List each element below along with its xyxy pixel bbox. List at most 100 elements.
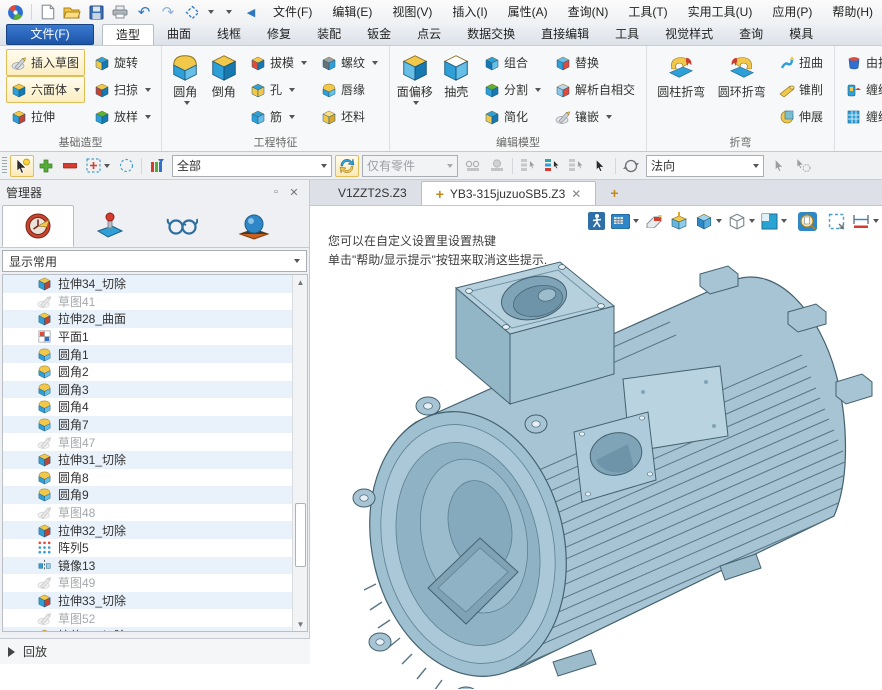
fillet-button[interactable]: 圆角 <box>168 49 202 136</box>
taper-button[interactable]: 锥削 <box>774 76 828 103</box>
menu-view[interactable]: 视图(V) <box>383 1 441 23</box>
sweep-button[interactable]: 扫掠 <box>89 76 156 103</box>
tree-row[interactable]: 拉伸34_切除 <box>3 275 307 293</box>
menu-applications[interactable]: 应用(P) <box>763 1 821 23</box>
new-file-button[interactable] <box>37 2 59 22</box>
wireframe-display-button[interactable] <box>726 210 756 232</box>
document-tab-active[interactable]: + YB3-315juzuoSB5.Z3 ✕ <box>421 181 597 205</box>
zoom-fit-button[interactable] <box>825 210 847 232</box>
pick-list-2-button[interactable] <box>540 155 564 177</box>
filter-colors-button[interactable] <box>145 155 169 177</box>
thread-button[interactable]: 螺纹 <box>316 49 383 76</box>
tree-row[interactable]: 草图47 <box>3 433 307 451</box>
filter-scope-combo[interactable]: 全部 <box>172 155 332 177</box>
tree-row[interactable]: 圆角3 <box>3 381 307 399</box>
shaded-display-button[interactable] <box>693 210 723 232</box>
new-tab-button[interactable]: + <box>596 181 632 205</box>
ribbon-tab-surface[interactable]: 曲面 <box>154 24 204 45</box>
shell-button[interactable]: 抽壳 <box>437 49 474 136</box>
twist-button[interactable]: 扭曲 <box>774 49 828 76</box>
ribbon-tab-assembly[interactable]: 装配 <box>304 24 354 45</box>
menu-inquire[interactable]: 查询(N) <box>559 1 618 23</box>
revolve-button[interactable]: 旋转 <box>89 49 156 76</box>
cylindrical-bend-button[interactable]: 圆柱折弯 <box>653 49 709 136</box>
tree-row[interactable]: 圆角8 <box>3 469 307 487</box>
3d-model-motor-housing[interactable] <box>328 254 880 689</box>
ribbon-tab-directedit[interactable]: 直接编辑 <box>528 24 602 45</box>
pick-box-button[interactable] <box>82 155 114 177</box>
tree-row[interactable]: 拉伸28_曲面 <box>3 310 307 328</box>
panel-restore-button[interactable]: ▫ <box>267 184 285 200</box>
ribbon-tab-inquire[interactable]: 查询 <box>726 24 776 45</box>
ribbon-tab-sheetmetal[interactable]: 钣金 <box>354 24 404 45</box>
face-offset-button[interactable]: 面偏移 <box>396 49 433 136</box>
chamfer-button[interactable]: 倒角 <box>206 49 240 136</box>
history-tab[interactable] <box>2 205 74 247</box>
replace-button[interactable]: 替换 <box>550 49 640 76</box>
smart-pick-button[interactable] <box>10 155 34 177</box>
extrude-button[interactable]: 拉伸 <box>6 103 85 130</box>
ribbon-tab-shape[interactable]: 造型 <box>102 24 154 45</box>
tree-row[interactable]: 圆角4 <box>3 398 307 416</box>
ribbon-tab-repair[interactable]: 修复 <box>254 24 304 45</box>
wind-2-button[interactable]: 缠绕 <box>841 103 882 130</box>
ribbon-tab-wireframe[interactable]: 线框 <box>204 24 254 45</box>
view-plane-button[interactable] <box>759 210 789 232</box>
display-mode-button[interactable] <box>610 210 640 232</box>
inlay-button[interactable]: 镶嵌 <box>550 103 640 130</box>
loft-button[interactable]: 放样 <box>89 103 156 130</box>
scroll-up-arrow[interactable]: ▲ <box>294 275 307 289</box>
open-file-button[interactable] <box>61 2 83 22</box>
scroll-thumb[interactable] <box>295 503 306 567</box>
collapse-ribbon-button[interactable]: ◀ <box>240 2 262 22</box>
tree-row[interactable]: 镜像13 <box>3 557 307 575</box>
walkthrough-button[interactable] <box>585 210 607 232</box>
remove-selection-button[interactable] <box>58 155 82 177</box>
ribbon-tab-mold[interactable]: 模具 <box>776 24 826 45</box>
render-tab[interactable] <box>218 205 290 247</box>
constraint-tab[interactable] <box>74 205 146 247</box>
lip-button[interactable]: 唇缘 <box>316 76 383 103</box>
orient-combo[interactable]: 法向 <box>646 155 764 177</box>
panel-close-button[interactable]: ✕ <box>285 184 303 200</box>
tree-row[interactable]: 阵列5 <box>3 539 307 557</box>
tree-row[interactable]: 圆角1 <box>3 345 307 363</box>
document-tab-inactive[interactable]: V1ZZT2S.Z3 <box>324 181 421 205</box>
menu-attributes[interactable]: 属性(A) <box>499 1 557 23</box>
stretch-button[interactable]: 伸展 <box>774 103 828 130</box>
menu-edit[interactable]: 编辑(E) <box>323 1 381 23</box>
hole-button[interactable]: 孔 <box>245 76 312 103</box>
stock-button[interactable]: 坯料 <box>316 103 383 130</box>
close-tab-icon[interactable]: ✕ <box>571 187 581 201</box>
divide-button[interactable]: 分割 <box>479 76 546 103</box>
combine-button[interactable]: 组合 <box>479 49 546 76</box>
simplify-button[interactable]: 简化 <box>479 103 546 130</box>
draft-button[interactable]: 拔模 <box>245 49 312 76</box>
ribbon-tab-dataexchange[interactable]: 数据交换 <box>454 24 528 45</box>
viewport[interactable]: 您可以在自定义设置里设置热键 单击"帮助/显示提示"按钮来取消这些提示. <box>310 206 882 690</box>
save-button[interactable] <box>85 2 107 22</box>
menu-file[interactable]: 文件(F) <box>264 1 321 23</box>
reorient-button[interactable] <box>619 155 643 177</box>
menu-insert[interactable]: 插入(I) <box>443 1 496 23</box>
scroll-down-arrow[interactable]: ▼ <box>294 617 307 631</box>
lasso-pick-button[interactable] <box>114 155 138 177</box>
rib-button[interactable]: 筋 <box>245 103 312 130</box>
tree-row[interactable]: 圆角2 <box>3 363 307 381</box>
tree-row[interactable]: 拉伸31_切除 <box>3 451 307 469</box>
visibility-tab[interactable] <box>146 205 218 247</box>
tree-row[interactable]: 拉伸33_切除 <box>3 592 307 610</box>
tree-row[interactable]: 拉伸35_切除 <box>3 627 307 632</box>
tree-row[interactable]: 平面1 <box>3 328 307 346</box>
wrap-by-fold-button[interactable]: 由折 <box>841 49 882 76</box>
tree-row[interactable]: 圆角7 <box>3 416 307 434</box>
tree-row[interactable]: 草图49 <box>3 574 307 592</box>
add-selection-button[interactable] <box>34 155 58 177</box>
tree-scrollbar[interactable]: ▲ ▼ <box>292 275 307 631</box>
ribbon-file-button[interactable]: 文件(F) <box>6 24 94 45</box>
gizmo-dropdown[interactable] <box>208 10 214 14</box>
insert-sketch-button[interactable]: 插入草图 <box>6 49 85 76</box>
toroidal-bend-button[interactable]: 圆环折弯 <box>713 49 769 136</box>
replay-bar[interactable]: 回放 <box>0 638 310 664</box>
print-button[interactable] <box>109 2 131 22</box>
